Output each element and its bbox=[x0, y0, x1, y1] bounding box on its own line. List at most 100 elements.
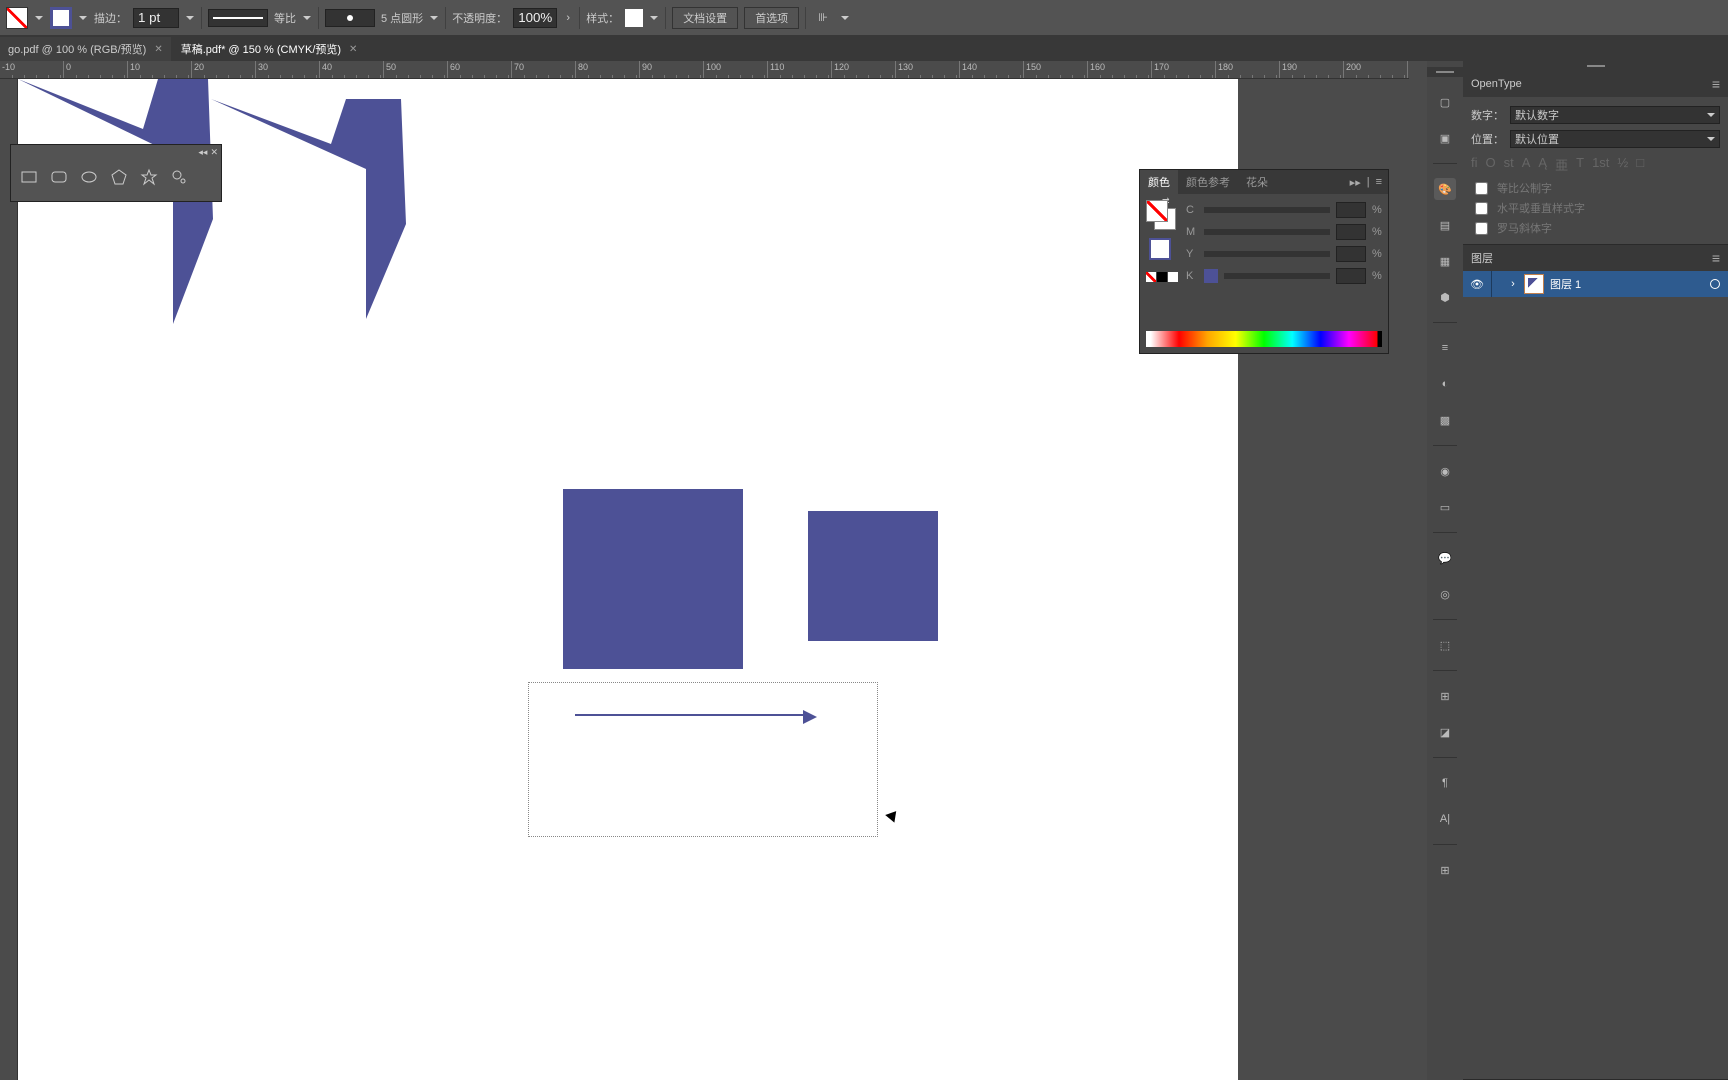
black-mini-icon[interactable] bbox=[1157, 272, 1167, 282]
appearance-icon[interactable]: ◉ bbox=[1434, 460, 1456, 482]
panel-menu-icon[interactable]: ≡ bbox=[1712, 76, 1720, 92]
stroke-swatch[interactable] bbox=[50, 7, 72, 29]
m-value[interactable] bbox=[1336, 224, 1366, 240]
glyph-icon[interactable]: A bbox=[1522, 155, 1531, 174]
roman-italic-check[interactable] bbox=[1475, 222, 1488, 235]
hv-kana-check[interactable] bbox=[1475, 202, 1488, 215]
layer-row[interactable]: 👁 › 图层 1 bbox=[1463, 271, 1728, 297]
glyph-icon[interactable]: ½ bbox=[1617, 155, 1628, 174]
style-dropdown[interactable] bbox=[649, 13, 659, 23]
paragraph-icon[interactable]: ¶ bbox=[1434, 772, 1456, 794]
fill-dropdown[interactable] bbox=[34, 13, 44, 23]
preferences-button[interactable]: 首选项 bbox=[744, 7, 799, 29]
numeral-select[interactable]: 默认数字 bbox=[1510, 106, 1720, 124]
doc-tab-1[interactable]: go.pdf @ 100 % (RGB/预览) ✕ bbox=[0, 37, 171, 61]
glyph-icon[interactable]: 亜 bbox=[1555, 155, 1568, 174]
artboard-icon[interactable]: ▢ bbox=[1434, 91, 1456, 113]
opacity-input[interactable] bbox=[513, 8, 557, 28]
rounded-rect-tool-icon[interactable] bbox=[49, 167, 69, 187]
style-swatch[interactable] bbox=[625, 9, 643, 27]
fill-stroke-swatches[interactable]: ⇄ bbox=[1146, 200, 1180, 321]
c-value[interactable] bbox=[1336, 202, 1366, 218]
k-swatch[interactable] bbox=[1204, 269, 1218, 283]
glyph-icon[interactable]: 1st bbox=[1592, 155, 1609, 174]
glyph-icon[interactable]: fi bbox=[1471, 155, 1478, 174]
asset-export-icon[interactable]: ▣ bbox=[1434, 127, 1456, 149]
color-tab[interactable]: 颜色 bbox=[1140, 170, 1178, 194]
panel-menu-icon[interactable]: ≡ bbox=[1376, 176, 1382, 188]
k-value[interactable] bbox=[1336, 268, 1366, 284]
close-tab-icon[interactable]: ✕ bbox=[154, 44, 162, 55]
flare-tool-icon[interactable] bbox=[169, 167, 189, 187]
color-icon[interactable]: 🎨 bbox=[1434, 178, 1456, 200]
horizontal-ruler[interactable]: -100102030405060708090100110120130140150… bbox=[0, 61, 1409, 79]
rectangle-tool-icon[interactable] bbox=[19, 167, 39, 187]
document-setup-button[interactable]: 文档设置 bbox=[672, 7, 738, 29]
fill-color-swatch[interactable] bbox=[1146, 200, 1168, 222]
swatches-icon[interactable]: ▤ bbox=[1434, 214, 1456, 236]
character-icon[interactable]: A| bbox=[1434, 808, 1456, 830]
doc-tab-2[interactable]: 草稿.pdf* @ 150 % (CMYK/预览) ✕ bbox=[173, 37, 366, 61]
gradient-icon[interactable]: ◐ bbox=[1434, 373, 1456, 395]
flower-tab[interactable]: 花朵 bbox=[1238, 170, 1276, 194]
profile-preview[interactable] bbox=[325, 9, 375, 27]
shape-tools-panel[interactable]: ◂◂ ✕ bbox=[10, 144, 222, 202]
stroke-dropdown[interactable] bbox=[78, 13, 88, 23]
layer-name[interactable]: 图层 1 bbox=[1550, 276, 1581, 292]
close-tab-icon[interactable]: ✕ bbox=[349, 44, 357, 55]
glyph-icon[interactable]: T bbox=[1576, 155, 1584, 174]
transparency-icon[interactable]: ▩ bbox=[1434, 409, 1456, 431]
y-value[interactable] bbox=[1336, 246, 1366, 262]
shape-3d-2[interactable] bbox=[211, 99, 401, 324]
vertical-ruler[interactable] bbox=[0, 79, 18, 1080]
position-select[interactable]: 默认位置 bbox=[1510, 130, 1720, 148]
opacity-more-icon[interactable]: › bbox=[563, 12, 573, 24]
brush-preview[interactable] bbox=[208, 9, 268, 27]
k-slider[interactable] bbox=[1224, 273, 1330, 279]
square-small[interactable] bbox=[808, 511, 938, 641]
graphic-styles-icon[interactable]: ▭ bbox=[1434, 496, 1456, 518]
visibility-icon[interactable]: 👁 bbox=[1463, 278, 1491, 291]
none-mini-icon[interactable] bbox=[1146, 272, 1156, 282]
glyph-icon[interactable]: st bbox=[1504, 155, 1514, 174]
color-panel[interactable]: 颜色 颜色参考 花朵 ▸▸|≡ ⇄ C% bbox=[1139, 169, 1389, 354]
stroke-weight-dropdown[interactable] bbox=[185, 13, 195, 23]
glyph-icon[interactable]: □ bbox=[1636, 155, 1644, 174]
ellipse-tool-icon[interactable] bbox=[79, 167, 99, 187]
color-guide-tab[interactable]: 颜色参考 bbox=[1178, 170, 1238, 194]
stroke-weight-input[interactable] bbox=[133, 8, 179, 28]
collapse-icon[interactable]: ◂◂ bbox=[198, 147, 207, 158]
collapse-handle[interactable] bbox=[1463, 61, 1728, 71]
proportional-check[interactable] bbox=[1475, 182, 1488, 195]
libraries-icon[interactable]: 💬 bbox=[1434, 547, 1456, 569]
collapse-icon[interactable]: ▸▸ bbox=[1350, 176, 1361, 189]
canvas-area[interactable]: -100102030405060708090100110120130140150… bbox=[0, 61, 1427, 1080]
align-icon[interactable]: ⊞ bbox=[1434, 685, 1456, 707]
m-slider[interactable] bbox=[1204, 229, 1330, 235]
white-mini-icon[interactable] bbox=[1168, 272, 1178, 282]
profile-dropdown[interactable] bbox=[429, 13, 439, 23]
brushes-icon[interactable]: ▦ bbox=[1434, 250, 1456, 272]
glyph-icon[interactable]: Ą bbox=[1538, 155, 1547, 174]
panel-header[interactable]: ◂◂ ✕ bbox=[11, 145, 221, 159]
cloud-icon[interactable]: ◎ bbox=[1434, 583, 1456, 605]
grid-icon[interactable]: ⊞ bbox=[1434, 859, 1456, 881]
twirl-icon[interactable]: › bbox=[1502, 278, 1524, 290]
pathfinder-icon[interactable]: ◪ bbox=[1434, 721, 1456, 743]
square-large[interactable] bbox=[563, 489, 743, 669]
transform-icon[interactable]: ⬚ bbox=[1434, 634, 1456, 656]
panel-menu-icon[interactable]: ≡ bbox=[1712, 250, 1720, 266]
target-icon[interactable] bbox=[1710, 279, 1720, 289]
symbols-icon[interactable]: ⬢ bbox=[1434, 286, 1456, 308]
glyph-icon[interactable]: O bbox=[1486, 155, 1496, 174]
c-slider[interactable] bbox=[1204, 207, 1330, 213]
align-dropdown[interactable] bbox=[840, 13, 850, 23]
fill-swatch-none[interactable] bbox=[6, 7, 28, 29]
artboard[interactable] bbox=[18, 79, 1238, 1080]
last-color-swatch[interactable] bbox=[1149, 238, 1171, 260]
brush-dropdown[interactable] bbox=[302, 13, 312, 23]
close-icon[interactable]: ✕ bbox=[210, 147, 218, 158]
align-icon[interactable]: ⊪ bbox=[812, 11, 834, 24]
polygon-tool-icon[interactable] bbox=[109, 167, 129, 187]
star-tool-icon[interactable] bbox=[139, 167, 159, 187]
